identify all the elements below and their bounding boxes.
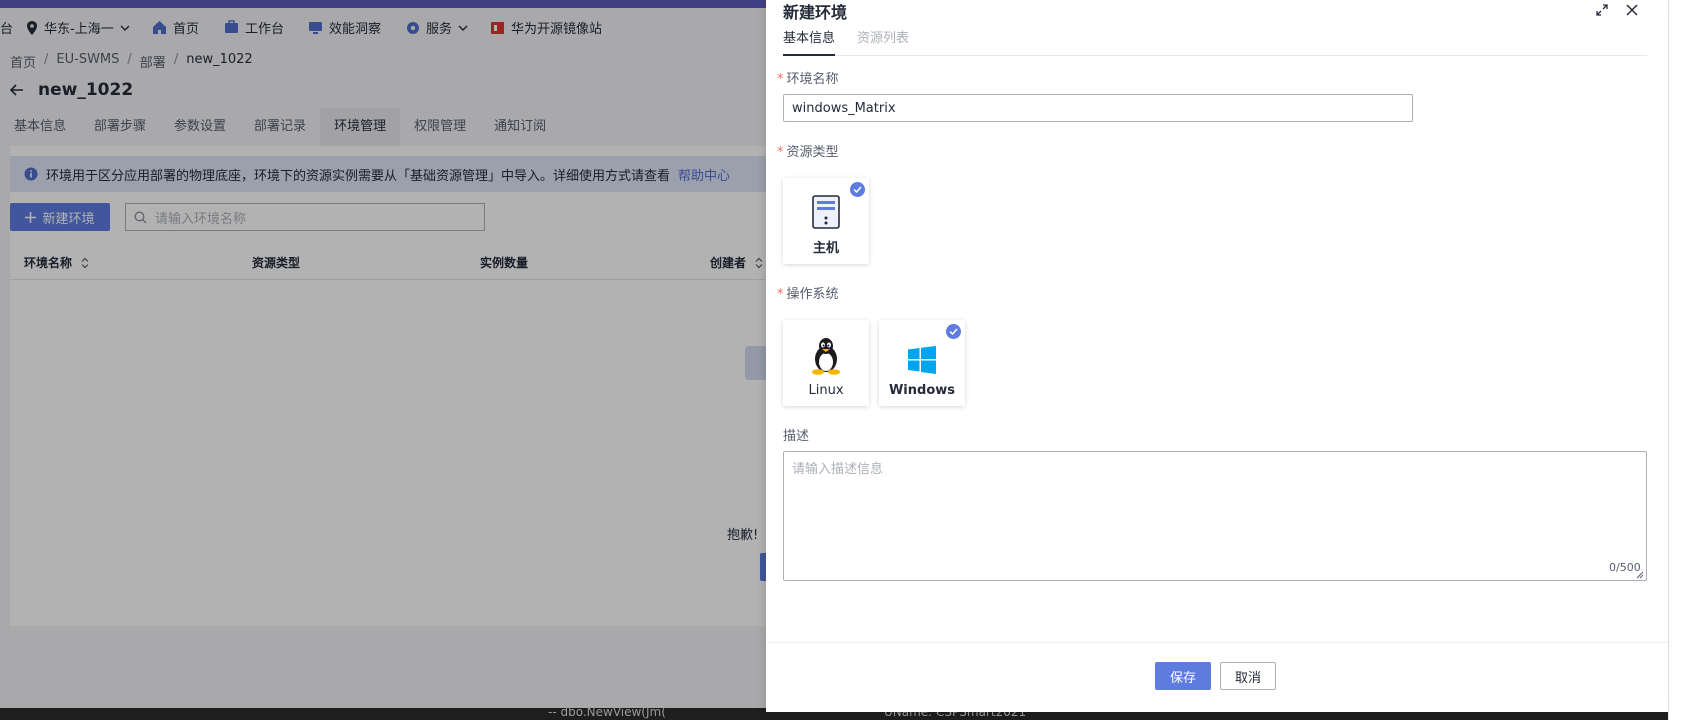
os-windows-label: Windows — [888, 383, 956, 398]
footer-divider — [766, 642, 1668, 643]
windows-logo-icon — [907, 345, 937, 375]
drawer-tabs: 基本信息 资源列表 — [783, 28, 1647, 56]
drawer-tab-resource-list[interactable]: 资源列表 — [857, 28, 909, 56]
save-button[interactable]: 保存 — [1155, 662, 1211, 690]
env-name-label: * 环境名称 — [777, 68, 839, 87]
description-textarea[interactable] — [783, 451, 1647, 581]
os-label: * 操作系统 — [777, 283, 839, 302]
resource-type-host-card[interactable]: 主机 — [783, 178, 869, 264]
drawer-title: 新建环境 — [783, 3, 848, 22]
check-circle-icon — [946, 324, 961, 339]
resize-grip-icon[interactable] — [1635, 570, 1644, 579]
new-environment-drawer: 新建环境 基本信息 资源列表 *环境名称 *资源类型 主机 *操作系统 — [766, 0, 1668, 712]
desc-label: 描述 — [783, 429, 810, 444]
required-mark: * — [777, 145, 784, 160]
check-circle-icon — [850, 182, 865, 197]
resource-type-label-text: 资源类型 — [786, 145, 839, 160]
os-linux-card[interactable]: Linux — [783, 320, 869, 406]
resource-type-host-label: 主机 — [812, 241, 839, 256]
drawer-tab-basic-info[interactable]: 基本信息 — [783, 28, 836, 56]
resource-type-label: * 资源类型 — [777, 141, 839, 160]
server-icon — [812, 195, 840, 229]
linux-penguin-icon — [811, 337, 841, 375]
env-name-input[interactable] — [783, 94, 1413, 122]
right-edge-panel — [1668, 0, 1683, 720]
env-name-label-text: 环境名称 — [786, 72, 839, 87]
os-label-text: 操作系统 — [786, 287, 839, 302]
cancel-button[interactable]: 取消 — [1220, 662, 1276, 690]
close-icon[interactable] — [1622, 0, 1642, 20]
expand-icon[interactable] — [1594, 2, 1610, 18]
os-linux-label: Linux — [808, 383, 844, 398]
required-mark: * — [777, 72, 784, 87]
os-windows-card[interactable]: Windows — [879, 320, 965, 406]
required-mark: * — [777, 287, 784, 302]
